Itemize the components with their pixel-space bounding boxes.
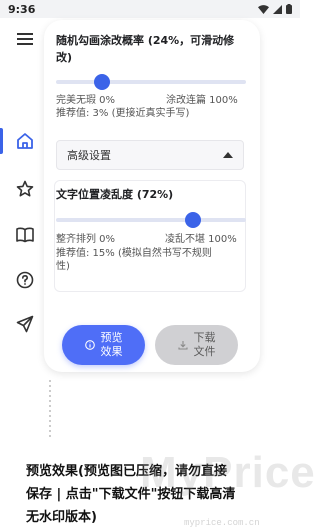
- help-circle-icon: [16, 271, 34, 289]
- signal-icon: [273, 4, 282, 14]
- nav-item-home[interactable]: [0, 124, 50, 158]
- offset-max-label: 凌乱不堪 100%: [165, 234, 237, 245]
- download-button-label: 下载 文件: [194, 331, 216, 359]
- nav-item-library[interactable]: [0, 218, 50, 252]
- send-icon: [16, 315, 34, 333]
- menu-button[interactable]: [0, 22, 50, 56]
- offset-recommend-line2: 性): [56, 261, 70, 272]
- offset-min-label: 整齐排列 0%: [56, 234, 116, 245]
- stroke-probability-title-line2: 改): [56, 51, 73, 64]
- nav-item-favorites[interactable]: [0, 172, 50, 206]
- left-nav-rail: [0, 18, 50, 532]
- download-label-line1: 下载: [193, 331, 216, 344]
- stroke-recommend-text: 推荐值: 3% (更接近真实手写): [56, 108, 190, 119]
- hamburger-menu-icon: [17, 33, 33, 45]
- nav-item-help[interactable]: [0, 263, 50, 297]
- stroke-probability-slider-track[interactable]: [56, 80, 246, 84]
- status-time: 9:36: [8, 2, 36, 16]
- chevron-up-icon: [223, 152, 233, 158]
- stroke-probability-slider-thumb[interactable]: [93, 74, 110, 90]
- status-bar: 9:36: [0, 0, 300, 18]
- dotted-divider-lower: [49, 380, 51, 440]
- preview-button[interactable]: 预览 效果: [62, 325, 145, 365]
- status-icons: [258, 4, 292, 14]
- advanced-settings-toggle[interactable]: 高级设置: [56, 140, 244, 170]
- nav-item-share[interactable]: [0, 307, 50, 341]
- watermark-url: myprice.com.cn: [184, 518, 260, 528]
- battery-icon: [286, 4, 292, 14]
- preview-button-label: 预览 效果: [101, 331, 123, 359]
- stroke-probability-title: 随机勾画涂改概率 (24%，可滑动修 改): [56, 32, 248, 66]
- stroke-max-label: 涂改连篇 100%: [166, 95, 238, 106]
- download-label-line2: 文件: [193, 345, 216, 358]
- book-icon: [16, 227, 34, 243]
- star-icon: [16, 180, 34, 197]
- info-icon: [84, 340, 95, 350]
- preview-label-line1: 预览: [100, 331, 123, 344]
- offset-recommend-line1: 推荐值: 15% (模拟自然书写不规则: [56, 248, 212, 259]
- home-icon: [17, 133, 33, 149]
- stroke-probability-title-line1: 随机勾画涂改概率 (24%，可滑动修: [56, 34, 235, 47]
- advanced-settings-label: 高级设置: [67, 149, 111, 162]
- text-offset-slider-thumb[interactable]: [184, 212, 201, 228]
- stroke-min-label: 完美无瑕 0%: [56, 95, 116, 106]
- wifi-icon: [258, 4, 269, 14]
- watermark-logo: MyPrice: [140, 448, 316, 497]
- download-button[interactable]: 下载 文件: [155, 325, 238, 365]
- preview-label-line2: 效果: [100, 345, 123, 358]
- offset-recommend-text: 推荐值: 15% (模拟自然书写不规则 性): [56, 247, 242, 273]
- text-offset-slider-track[interactable]: [56, 218, 246, 222]
- download-icon: [177, 341, 188, 350]
- text-offset-title: 文字位置凌乱度 (72%): [56, 188, 174, 201]
